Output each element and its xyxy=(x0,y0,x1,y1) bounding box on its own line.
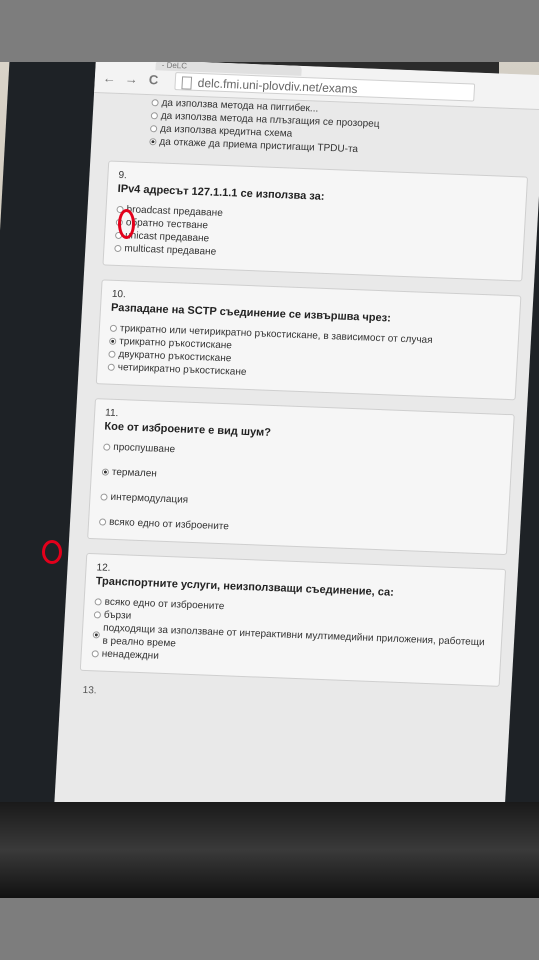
next-question-number: 13. xyxy=(82,684,97,697)
radio-button[interactable] xyxy=(151,99,159,107)
option-label: ненадеждни xyxy=(101,648,160,662)
photo: - DeLC ← → C delc.fmi.uni-plovdiv.net/ex… xyxy=(0,62,539,898)
option-label: интермодулация xyxy=(110,491,189,506)
radio-button-checked[interactable] xyxy=(101,468,110,476)
option-label: multicast предаване xyxy=(124,243,217,258)
option-label: проспушване xyxy=(112,441,176,456)
radio-button[interactable] xyxy=(93,611,102,619)
top-letterbox xyxy=(0,0,539,62)
question-card-11: 11. Кое от изброените е вид шум? проспуш… xyxy=(87,398,515,556)
radio-button[interactable] xyxy=(149,125,158,133)
option-row[interactable]: всяко едно от изброените xyxy=(98,515,497,543)
option-label: термален xyxy=(111,466,158,480)
question-card-9: 9. IPv4 адресът 127.1.1.1 се използва за… xyxy=(102,160,529,282)
desk-foreground xyxy=(0,802,539,898)
radio-button[interactable] xyxy=(98,518,107,526)
option-row[interactable]: термален xyxy=(101,465,500,493)
bottom-letterbox xyxy=(0,898,539,960)
radio-button[interactable] xyxy=(103,443,111,451)
monitor-screen: - DeLC ← → C delc.fmi.uni-plovdiv.net/ex… xyxy=(53,62,539,835)
reload-button[interactable]: C xyxy=(148,72,158,87)
url-text: delc.fmi.uni-plovdiv.net/exams xyxy=(197,75,358,97)
radio-button[interactable] xyxy=(150,112,159,120)
radio-button[interactable] xyxy=(107,363,115,371)
radio-button[interactable] xyxy=(109,324,118,332)
radio-button[interactable] xyxy=(100,493,108,501)
forward-button[interactable]: → xyxy=(124,71,138,86)
radio-button[interactable] xyxy=(108,350,116,358)
radio-button[interactable] xyxy=(94,598,102,606)
option-label: всяко едно от изброените xyxy=(108,516,230,533)
page-icon xyxy=(181,76,193,90)
radio-button-checked[interactable] xyxy=(92,630,101,638)
back-button[interactable]: ← xyxy=(102,70,116,85)
radio-button[interactable] xyxy=(91,650,99,658)
option-row[interactable]: интермодулация xyxy=(100,490,498,518)
radio-button-checked[interactable] xyxy=(149,138,157,146)
radio-button-checked[interactable] xyxy=(109,337,117,345)
option-label: бързи xyxy=(103,609,132,622)
question-card-10: 10. Разпадане на SCTP съединение се извъ… xyxy=(95,279,522,401)
red-circle-annotation xyxy=(118,209,135,239)
radio-button[interactable] xyxy=(114,244,122,253)
red-circle-annotation xyxy=(42,540,62,564)
question-card-12: 12. Транспортните услуги, неизползващи с… xyxy=(79,552,507,687)
exam-content: да използва метода на пиггибек... да изп… xyxy=(78,93,531,712)
